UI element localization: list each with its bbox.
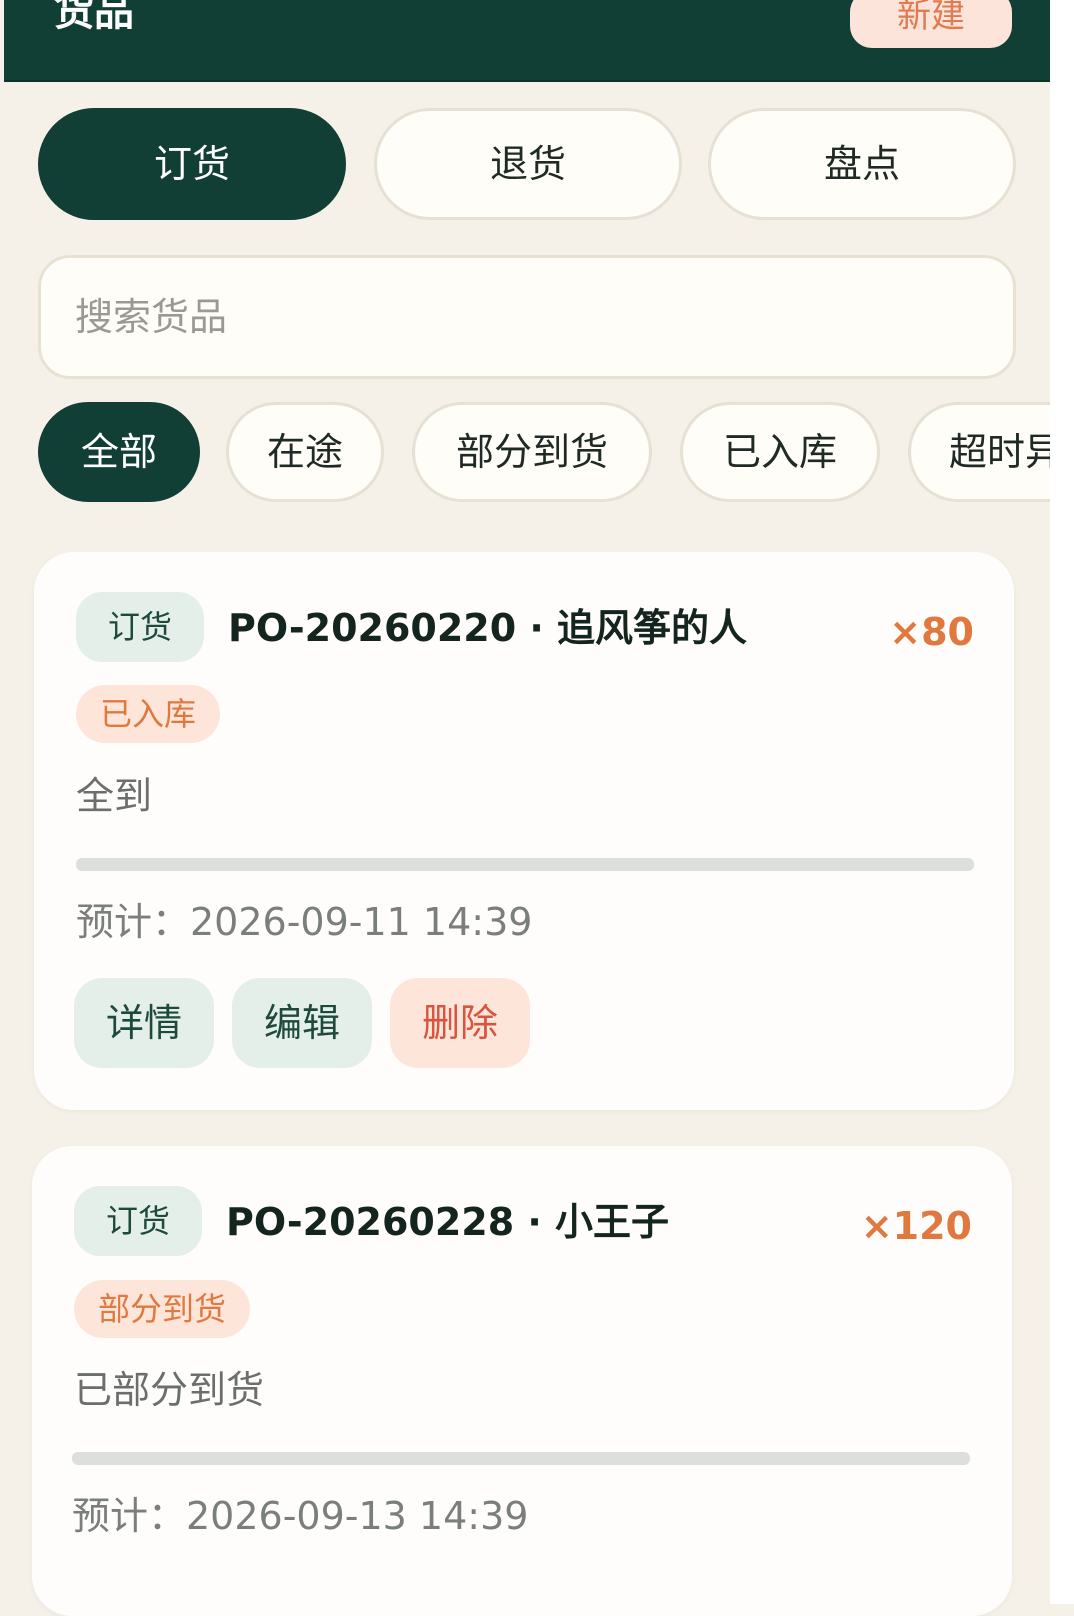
- filter-overdue[interactable]: 超时异: [908, 402, 1050, 502]
- type-tabs: 订货 退货 盘点: [38, 108, 1018, 224]
- order-eta: 预计：2026-09-11 14:39: [76, 900, 533, 944]
- search-input[interactable]: [41, 258, 1013, 376]
- progress-fill: [76, 858, 974, 871]
- order-type-tag: 订货: [74, 1186, 202, 1256]
- order-quantity: ×120: [860, 1204, 972, 1248]
- search-box: [38, 255, 1016, 379]
- order-title: PO-20260228 · 小王子: [226, 1200, 670, 1244]
- order-eta: 预计：2026-09-13 14:39: [72, 1494, 529, 1538]
- new-button[interactable]: 新建: [850, 0, 1012, 48]
- filter-received[interactable]: 已入库: [680, 402, 880, 502]
- status-filter-bar: 全部 在途 部分到货 已入库 超时异: [0, 400, 1050, 508]
- top-app-bar: 货品 新建: [4, 0, 1050, 82]
- tab-stocktake[interactable]: 盘点: [708, 108, 1016, 220]
- order-note: 已部分到货: [74, 1368, 265, 1412]
- order-card[interactable]: 订货 PO-20260220 · 追风筝的人 ×80 已入库 全到 预计：202…: [34, 552, 1014, 1110]
- status-badge: 已入库: [76, 685, 221, 743]
- right-edge: [1050, 0, 1074, 1604]
- delete-button[interactable]: 删除: [390, 978, 530, 1068]
- order-title: PO-20260220 · 追风筝的人: [228, 606, 748, 650]
- status-badge: 部分到货: [74, 1280, 251, 1338]
- filter-in-transit[interactable]: 在途: [226, 402, 384, 502]
- order-type-tag: 订货: [76, 592, 204, 662]
- detail-button[interactable]: 详情: [74, 978, 214, 1068]
- filter-all[interactable]: 全部: [38, 402, 200, 502]
- filter-partial[interactable]: 部分到货: [412, 402, 652, 502]
- tab-return[interactable]: 退货: [374, 108, 682, 220]
- order-note: 全到: [76, 774, 153, 818]
- edit-button[interactable]: 编辑: [232, 978, 372, 1068]
- progress-fill: [72, 1452, 970, 1465]
- progress-bar: [76, 858, 974, 871]
- progress-bar: [72, 1452, 970, 1465]
- order-quantity: ×80: [889, 610, 974, 654]
- order-card[interactable]: 订货 PO-20260228 · 小王子 ×120 部分到货 已部分到货 预计：…: [32, 1146, 1012, 1616]
- page-title: 货品: [54, 0, 134, 35]
- tab-order[interactable]: 订货: [38, 108, 346, 220]
